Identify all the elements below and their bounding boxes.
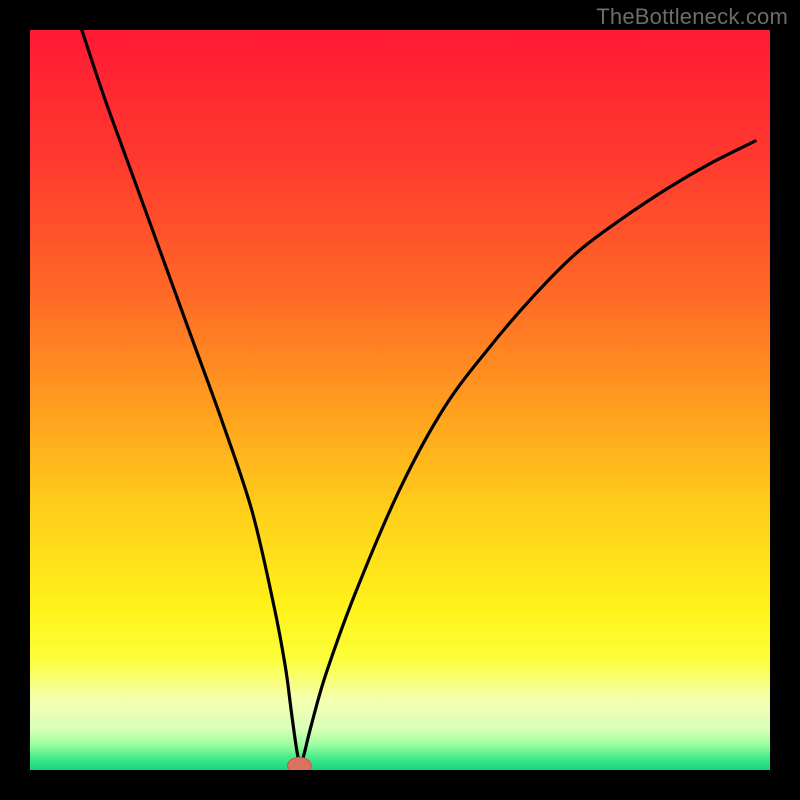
plot-area	[30, 30, 770, 770]
attribution-label: TheBottleneck.com	[596, 4, 788, 30]
minimum-marker	[288, 757, 312, 770]
bottleneck-curve	[30, 30, 770, 770]
chart-frame: TheBottleneck.com	[0, 0, 800, 800]
